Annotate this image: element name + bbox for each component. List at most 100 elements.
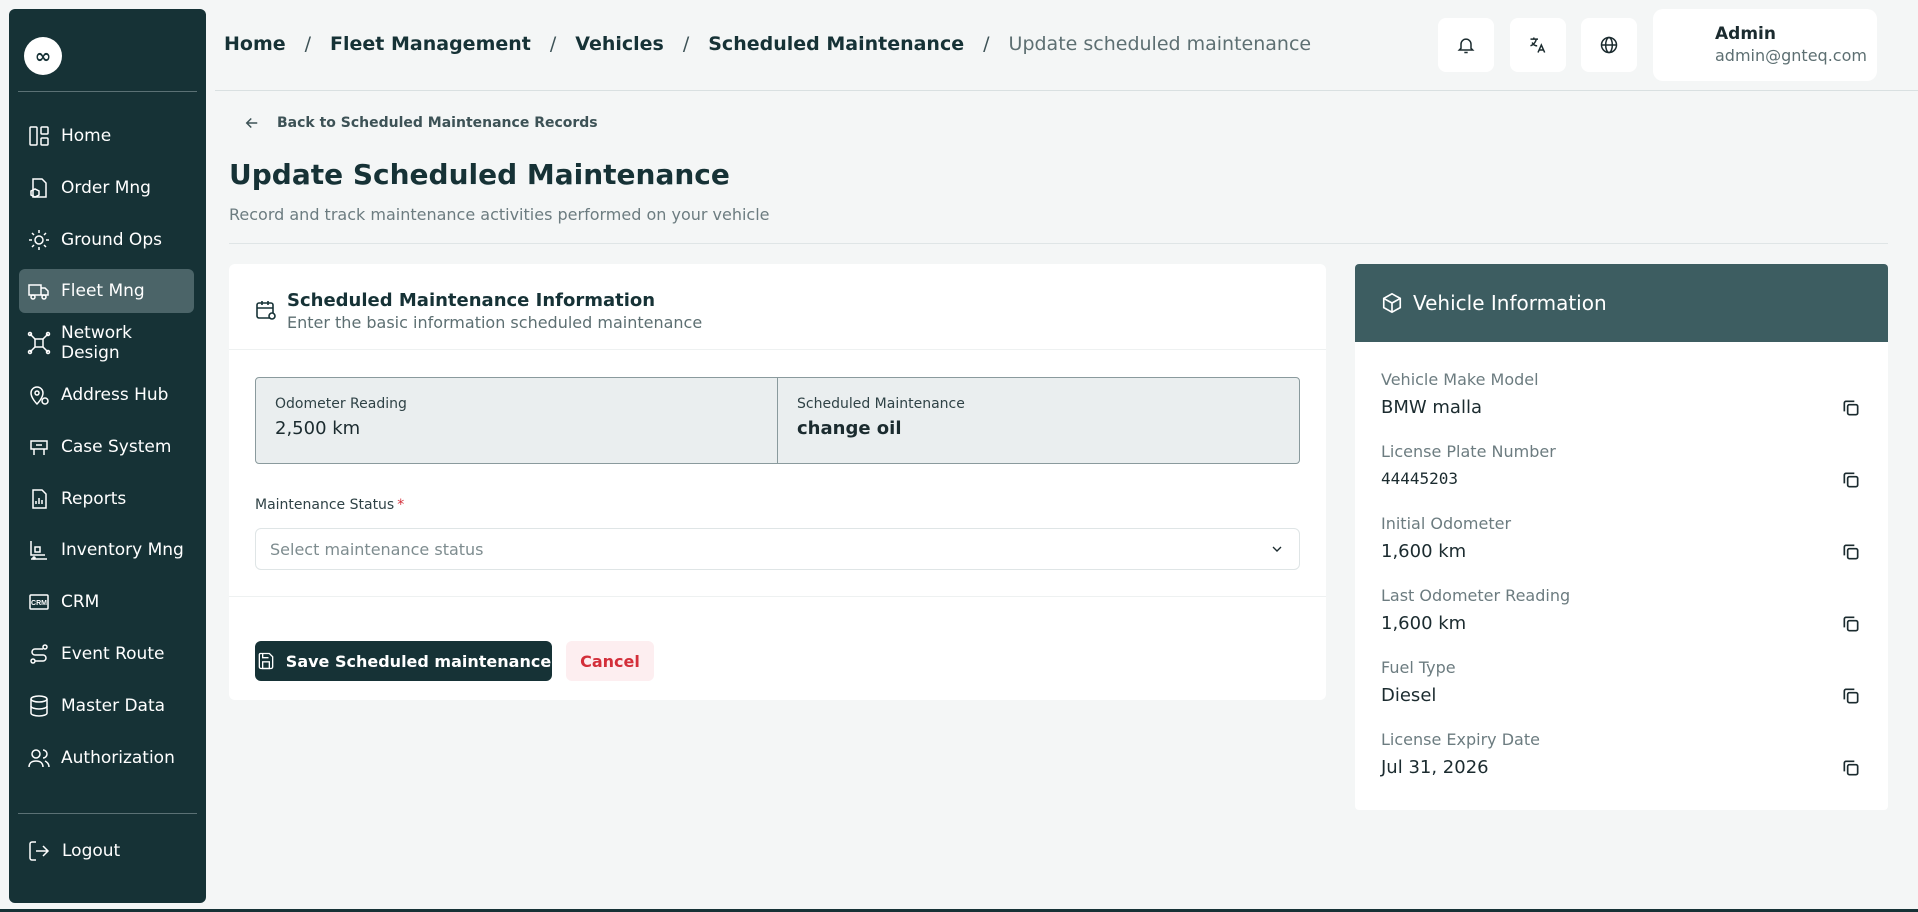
sidebar-item-label: Address Hub	[61, 384, 169, 405]
copy-icon[interactable]	[1841, 758, 1861, 778]
back-link[interactable]: Back to Scheduled Maintenance Records	[243, 114, 598, 132]
box-icon	[1382, 292, 1402, 314]
card-subtitle: Enter the basic information scheduled ma…	[287, 313, 703, 332]
sidebar-item-address-hub[interactable]: Address Hub	[19, 373, 194, 417]
back-link-label: Back to Scheduled Maintenance Records	[277, 115, 598, 131]
sidebar-item-label: Authorization	[61, 747, 175, 768]
breadcrumb-vehicles[interactable]: Vehicles	[575, 33, 664, 55]
vehicle-field-license-expiry: License Expiry Date Jul 31, 2026	[1381, 730, 1861, 778]
copy-icon[interactable]	[1841, 686, 1861, 706]
required-mark: *	[397, 497, 405, 513]
maintenance-status-label-text: Maintenance Status	[255, 497, 395, 513]
case-icon	[30, 440, 48, 455]
sidebar-item-home[interactable]: Home	[19, 114, 194, 158]
sidebar-item-label: Event Route	[61, 643, 165, 664]
vehicle-info-title: Vehicle Information	[1413, 291, 1607, 315]
maintenance-form-card: Scheduled Maintenance Information Enter …	[229, 264, 1326, 700]
breadcrumb-fleet-management[interactable]: Fleet Management	[330, 33, 531, 55]
save-icon	[258, 652, 274, 670]
sidebar-item-authorization[interactable]: Authorization	[19, 736, 194, 780]
sidebar-item-crm[interactable]: CRM CRM	[19, 580, 194, 624]
sidebar-item-label: Case System	[61, 436, 172, 457]
logout-icon	[29, 841, 50, 861]
crm-icon: CRM	[29, 594, 49, 610]
sidebar-divider	[18, 91, 197, 92]
content-divider	[229, 243, 1888, 244]
sidebar-item-label: Order Mng	[61, 177, 151, 198]
sidebar-item-order-mng[interactable]: Order Mng	[19, 166, 194, 210]
vehicle-field-value: Diesel	[1381, 685, 1437, 706]
sidebar-item-label: Network Design	[61, 323, 132, 364]
top-header: Home / Fleet Management / Vehicles / Sch…	[215, 0, 1918, 91]
translate-button[interactable]	[1510, 18, 1566, 72]
truck-icon	[28, 284, 49, 301]
copy-icon[interactable]	[1841, 614, 1861, 634]
sidebar-item-event-route[interactable]: Event Route	[19, 632, 194, 676]
page-subtitle: Record and track maintenance activities …	[229, 205, 770, 224]
arrow-left-icon	[245, 117, 258, 129]
copy-icon[interactable]	[1841, 542, 1861, 562]
sidebar-item-fleet-mng[interactable]: Fleet Mng	[19, 269, 194, 314]
sidebar-divider	[18, 813, 197, 814]
sidebar-item-label: Home	[61, 126, 112, 146]
sidebar: ∞ Home Order Mng Ground Ops Fleet Mng Ne…	[9, 9, 206, 903]
vehicle-field-make-model: Vehicle Make Model BMW malla	[1381, 370, 1861, 418]
sidebar-item-label: Inventory Mng	[61, 540, 184, 561]
vehicle-field-value: 44445203	[1381, 469, 1459, 488]
breadcrumb-separator: /	[983, 33, 990, 55]
save-button-label: Save Scheduled maintenance	[285, 651, 552, 671]
card-header: Scheduled Maintenance Information Enter …	[254, 290, 702, 332]
vehicle-field-value: Jul 31, 2026	[1381, 757, 1489, 778]
vehicle-info-panel: Vehicle Information Vehicle Make Model B…	[1355, 264, 1888, 810]
map-pin-icon	[30, 386, 49, 406]
odometer-cell: Odometer Reading 2,500 km	[256, 378, 777, 463]
sidebar-item-network-design[interactable]: Network Design	[19, 321, 194, 365]
logo-icon[interactable]: ∞	[24, 37, 62, 75]
sidebar-item-label: Ground Ops	[61, 229, 162, 250]
sidebar-item-label: Reports	[61, 488, 127, 509]
user-menu[interactable]: Admin admin@gnteq.com	[1653, 9, 1877, 81]
breadcrumb-home[interactable]: Home	[224, 33, 286, 55]
breadcrumb: Home / Fleet Management / Vehicles / Sch…	[224, 33, 1311, 55]
reports-icon	[32, 488, 47, 509]
maintenance-summary: Odometer Reading 2,500 km Scheduled Main…	[255, 377, 1300, 464]
save-button[interactable]: Save Scheduled maintenance	[255, 641, 552, 681]
copy-icon[interactable]	[1841, 470, 1861, 490]
vehicle-field-last-odometer: Last Odometer Reading 1,600 km	[1381, 586, 1861, 634]
ground-ops-icon	[29, 229, 49, 250]
sidebar-item-inventory-mng[interactable]: Inventory Mng	[19, 528, 194, 572]
vehicle-field-license-plate: License Plate Number 44445203	[1381, 442, 1861, 488]
vehicle-field-initial-odometer: Initial Odometer 1,600 km	[1381, 514, 1861, 562]
inventory-icon	[30, 541, 47, 561]
user-name: Admin	[1715, 24, 1776, 44]
home-icon	[29, 126, 49, 146]
network-icon	[27, 331, 51, 355]
maintenance-status-label: Maintenance Status *	[255, 497, 404, 513]
sidebar-item-master-data[interactable]: Master Data	[19, 684, 194, 728]
sidebar-item-reports[interactable]: Reports	[19, 477, 194, 521]
sidebar-item-label: Master Data	[61, 695, 166, 716]
logout-button[interactable]: Logout	[27, 839, 120, 863]
breadcrumb-scheduled-maintenance[interactable]: Scheduled Maintenance	[708, 33, 964, 55]
translate-icon	[1530, 37, 1546, 53]
calendar-icon	[256, 301, 276, 320]
bell-icon	[1457, 38, 1475, 54]
sidebar-item-case-system[interactable]: Case System	[19, 425, 194, 469]
sidebar-item-ground-ops[interactable]: Ground Ops	[19, 218, 194, 262]
card-divider	[229, 349, 1326, 350]
card-divider	[229, 596, 1326, 597]
order-icon	[30, 178, 47, 198]
chevron-down-icon	[1272, 546, 1282, 552]
maintenance-status-select[interactable]: Select maintenance status	[255, 528, 1300, 570]
user-email: admin@gnteq.com	[1715, 46, 1867, 65]
copy-icon[interactable]	[1841, 398, 1861, 418]
notifications-button[interactable]	[1438, 18, 1494, 72]
users-icon	[28, 748, 50, 767]
scheduled-maintenance-value: change oil	[797, 418, 902, 439]
language-button[interactable]	[1581, 18, 1637, 72]
breadcrumb-separator: /	[682, 33, 690, 55]
breadcrumb-separator: /	[304, 33, 312, 55]
vehicle-field-value: 1,600 km	[1381, 541, 1467, 562]
cancel-button[interactable]: Cancel	[566, 641, 654, 681]
page-title: Update Scheduled Maintenance	[229, 158, 730, 191]
